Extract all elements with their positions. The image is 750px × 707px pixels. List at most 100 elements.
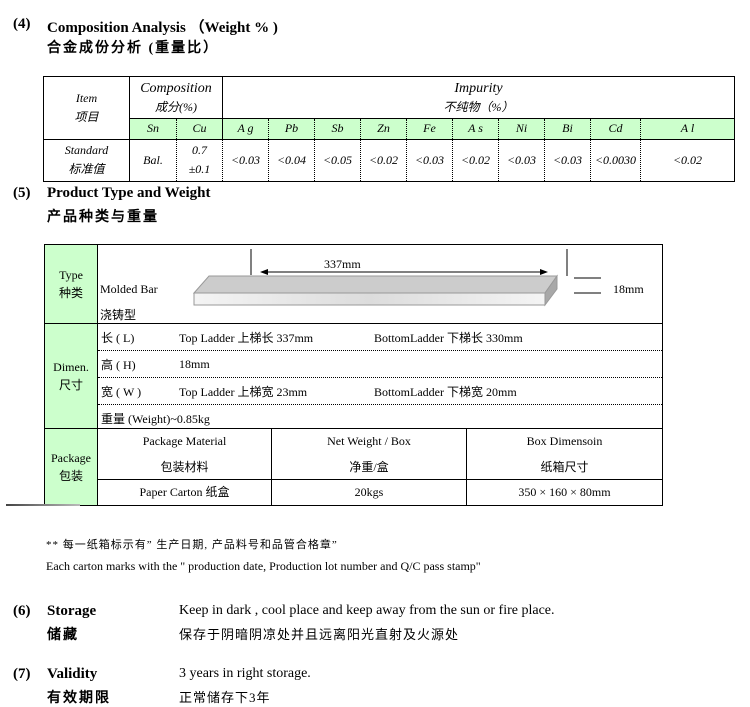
element-header: Cu [176, 118, 223, 140]
dimen-bottom: BottomLadder 下梯宽 20mm [374, 384, 517, 399]
dimen-key: 宽 ( W ) [101, 384, 142, 399]
element-value-text: <0.03 [506, 152, 537, 167]
dimen-key: 高 ( H) [101, 357, 136, 372]
bar-front-face [193, 292, 546, 306]
dimen-row-width: 宽 ( W ) Top Ladder 上梯宽 23mm BottomLadder… [98, 378, 662, 405]
molded-bar-drawing [192, 249, 601, 307]
section-5-title-cn: 产品种类与重量 [47, 210, 159, 225]
element-header: Pb [268, 118, 315, 140]
element-value-text: <0.03 [414, 152, 445, 167]
element-value: <0.04 [268, 138, 315, 183]
arrow-right-icon [540, 269, 548, 275]
element-header: Sn [129, 118, 177, 140]
bar-top-face [192, 275, 558, 294]
standard-row-label: Standard 标准值 [43, 138, 130, 183]
element-value: <0.03 [544, 138, 591, 183]
package-header-cn: 净重/盒 [349, 460, 389, 474]
section-7-title-cn: 有效期限 [47, 691, 111, 706]
dimen-row-length: 长 ( L) Top Ladder 上梯长 337mm BottomLadder… [98, 324, 662, 351]
package-header-cn: 包装材料 [160, 460, 209, 474]
storage-text-cn: 保存于阴暗阴凉处并且远离阳光直射及火源处 [179, 627, 460, 642]
element-value: <0.02 [640, 138, 735, 183]
dimen-label-cell: Dimen. 尺寸 [45, 324, 98, 429]
item-label: Item [75, 90, 98, 105]
element-value: 0.7 ±0.1 [176, 138, 223, 183]
element-header: Bi [544, 118, 591, 140]
dimen-row-weight: 重量 (Weight)~0.85kg [98, 405, 662, 431]
dimen-top: 18mm [179, 356, 210, 371]
element-value-text: <0.05 [322, 152, 353, 167]
element-value-text: <0.02 [460, 152, 491, 167]
element-value: <0.0030 [590, 138, 641, 183]
dimen-label-cn: 尺寸 [58, 378, 83, 392]
dimen-bottom: BottomLadder 下梯长 330mm [374, 330, 523, 345]
validity-text-cn: 正常储存下3年 [179, 690, 271, 705]
type-content-cell: Molded Bar 浇铸型 337mm 18mm [98, 245, 662, 324]
element-value: <0.05 [314, 138, 361, 183]
dimen-content-cell: 长 ( L) Top Ladder 上梯长 337mm BottomLadder… [98, 324, 662, 429]
package-header-en: Net Weight / Box [327, 434, 411, 448]
element-header: Zn [360, 118, 407, 140]
element-value: <0.03 [222, 138, 269, 183]
package-label-cn: 包装 [58, 469, 83, 483]
package-value-net-weight: 20kgs [272, 480, 467, 505]
element-value-text: <0.0030 [594, 152, 637, 167]
element-value: <0.02 [452, 138, 499, 183]
element-header: Fe [406, 118, 453, 140]
decorative-underline [6, 504, 80, 506]
impurity-label-cn: 不纯物（%） [443, 99, 514, 114]
element-value: <0.03 [498, 138, 545, 183]
package-label: Package [51, 451, 91, 465]
element-header: A g [222, 118, 269, 140]
section-6-title: Storage [47, 603, 97, 619]
element-header: Cd [590, 118, 641, 140]
impurity-header: Impurity 不纯物（%） [222, 75, 735, 120]
element-header: A s [452, 118, 499, 140]
element-value-text: Bal. [143, 152, 163, 167]
element-value-tolerance: ±0.1 [188, 162, 211, 177]
element-value-text: <0.02 [368, 152, 399, 167]
section-6-title-cn: 储藏 [47, 628, 79, 643]
standard-label: Standard [64, 143, 109, 158]
section-4-number: (4) [13, 16, 31, 32]
item-header: Item 项目 [43, 76, 130, 140]
element-value-text: 0.7 [192, 143, 207, 158]
element-value: Bal. [129, 138, 177, 183]
arrow-left-icon [260, 269, 268, 275]
package-header-cn: 纸箱尺寸 [540, 460, 589, 474]
dimen-key: 长 ( L) [101, 330, 135, 345]
section-4-title: Composition Analysis （Weight % ) [47, 20, 278, 36]
dimen-top: Top Ladder 上梯宽 23mm [179, 384, 308, 399]
section-7-title: Validity [47, 666, 98, 682]
carton-note-en: Each carton marks with the " production … [46, 559, 481, 573]
element-value-text: <0.04 [276, 152, 307, 167]
type-label-cn: 种类 [58, 286, 83, 300]
composition-table: Item 项目 Composition 成分(%) Impurity 不纯物（%… [43, 75, 735, 183]
package-content-cell: Package Material 包装材料 Net Weight / Box 净… [98, 429, 662, 505]
section-5-title: Product Type and Weight [47, 185, 211, 201]
product-table: Type 种类 Molded Bar 浇铸型 337mm 18mm Dimen.… [44, 244, 663, 506]
dimen-top: Top Ladder 上梯长 337mm [179, 330, 314, 345]
type-name: Molded Bar [100, 282, 158, 296]
package-header-en: Box Dimensoin [526, 434, 603, 448]
section-4-title-cn: 合金成份分析 (重量比） [47, 41, 220, 56]
package-label-cell: Package 包装 [45, 429, 98, 505]
section-7-number: (7) [13, 666, 31, 682]
section-5-number: (5) [13, 185, 31, 201]
storage-text: Keep in dark , cool place and keep away … [179, 603, 555, 618]
item-label-cn: 项目 [74, 109, 99, 124]
impurity-label: Impurity [454, 80, 503, 96]
package-value-box-dimension: 350 × 160 × 80mm [518, 485, 611, 499]
element-header: A l [640, 118, 735, 140]
package-header-net-weight: Net Weight / Box 净重/盒 [272, 429, 467, 480]
element-header: Ni [498, 118, 545, 140]
package-header-en: Package Material [142, 434, 227, 448]
composition-header: Composition 成分(%) [129, 75, 223, 120]
element-value-text: <0.02 [672, 152, 703, 167]
package-header-box-dimension: Box Dimensoin 纸箱尺寸 [467, 429, 662, 480]
dimen-row-height: 高 ( H) 18mm [98, 351, 662, 378]
standard-label-cn: 标准值 [68, 162, 105, 177]
type-label: Type [59, 268, 83, 282]
height-dimension-label: 18mm [613, 282, 644, 296]
dimen-weight: 重量 (Weight)~0.85kg [101, 411, 210, 426]
